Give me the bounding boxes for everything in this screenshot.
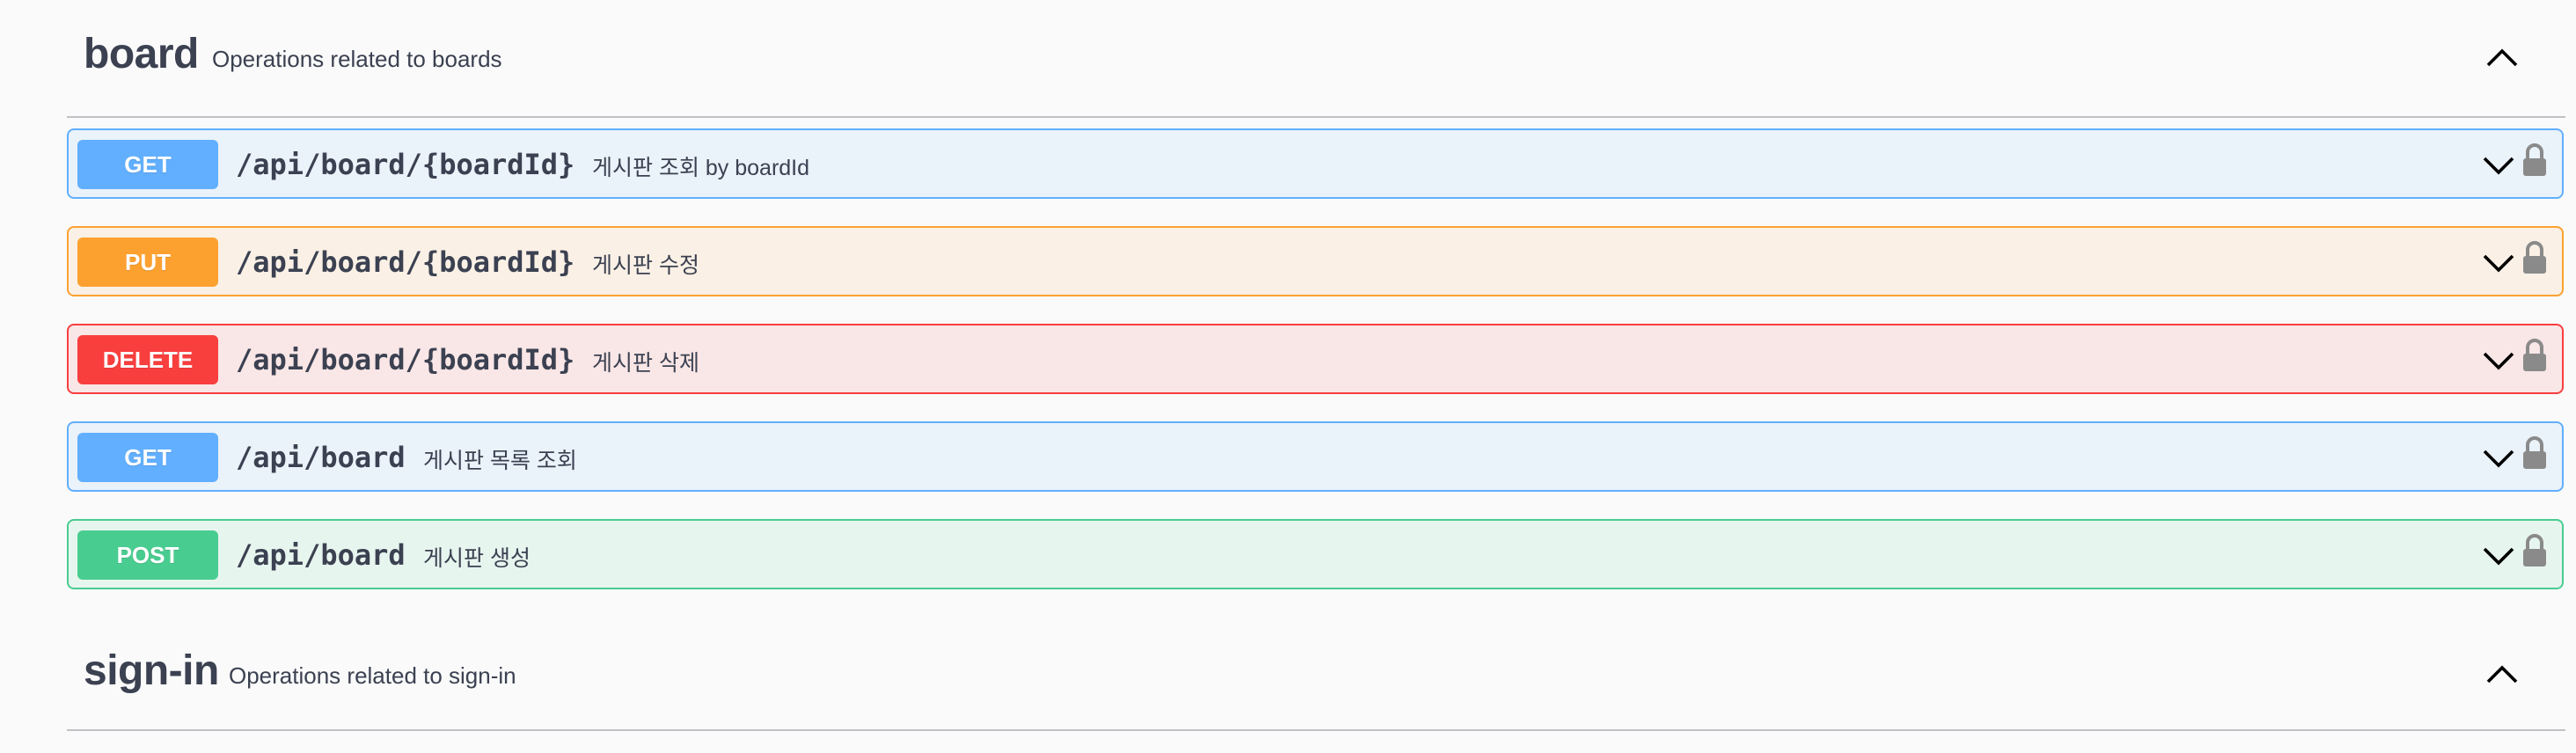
tag-header-sign-in[interactable]: sign-in Operations related to sign-in [67, 611, 2565, 731]
chevron-down-icon[interactable] [2481, 538, 2516, 574]
lock-icon[interactable] [2521, 143, 2548, 178]
chevron-down-icon[interactable] [2481, 148, 2516, 183]
chevron-up-icon[interactable] [2485, 40, 2520, 76]
operation-path: /api/board/{boardId} [236, 343, 575, 376]
operation-summary: 게시판 삭제 [592, 351, 699, 376]
chevron-down-icon[interactable] [2481, 441, 2516, 476]
lock-icon[interactable] [2521, 533, 2548, 568]
swagger-ui: board Operations related to boards GET /… [0, 0, 2576, 753]
lock-icon[interactable] [2521, 338, 2548, 373]
method-badge: DELETE [77, 335, 218, 384]
method-badge: PUT [77, 238, 218, 287]
operation-summary: 게시판 수정 [592, 253, 699, 278]
tag-name[interactable]: sign-in [84, 647, 219, 695]
operation-path: /api/board [236, 538, 406, 572]
operation-delete-board[interactable]: DELETE /api/board/{boardId} 게시판 삭제 [67, 324, 2564, 394]
operation-path: /api/board/{boardId} [236, 245, 575, 279]
method-badge: POST [77, 530, 218, 580]
chevron-up-icon[interactable] [2485, 657, 2520, 692]
operation-summary: 게시판 조회 by boardId [592, 156, 810, 180]
operation-get-board-by-id[interactable]: GET /api/board/{boardId} 게시판 조회 by board… [67, 128, 2564, 199]
lock-icon[interactable] [2521, 435, 2548, 471]
operation-post-board[interactable]: POST /api/board 게시판 생성 [67, 519, 2564, 589]
operation-summary: 게시판 목록 조회 [423, 449, 577, 473]
method-badge: GET [77, 433, 218, 482]
operation-put-board[interactable]: PUT /api/board/{boardId} 게시판 수정 [67, 226, 2564, 296]
chevron-down-icon[interactable] [2481, 245, 2516, 281]
tag-name[interactable]: board [84, 30, 199, 78]
method-badge: GET [77, 140, 218, 189]
tag-description: Operations related to sign-in [229, 662, 516, 689]
operation-path: /api/board/{boardId} [236, 148, 575, 181]
operation-path: /api/board [236, 441, 406, 474]
tag-description: Operations related to boards [212, 46, 502, 72]
operation-get-board-list[interactable]: GET /api/board 게시판 목록 조회 [67, 421, 2564, 492]
operation-summary: 게시판 생성 [423, 546, 531, 571]
chevron-down-icon[interactable] [2481, 343, 2516, 378]
lock-icon[interactable] [2521, 240, 2548, 275]
tag-header-board[interactable]: board Operations related to boards [67, 0, 2565, 118]
